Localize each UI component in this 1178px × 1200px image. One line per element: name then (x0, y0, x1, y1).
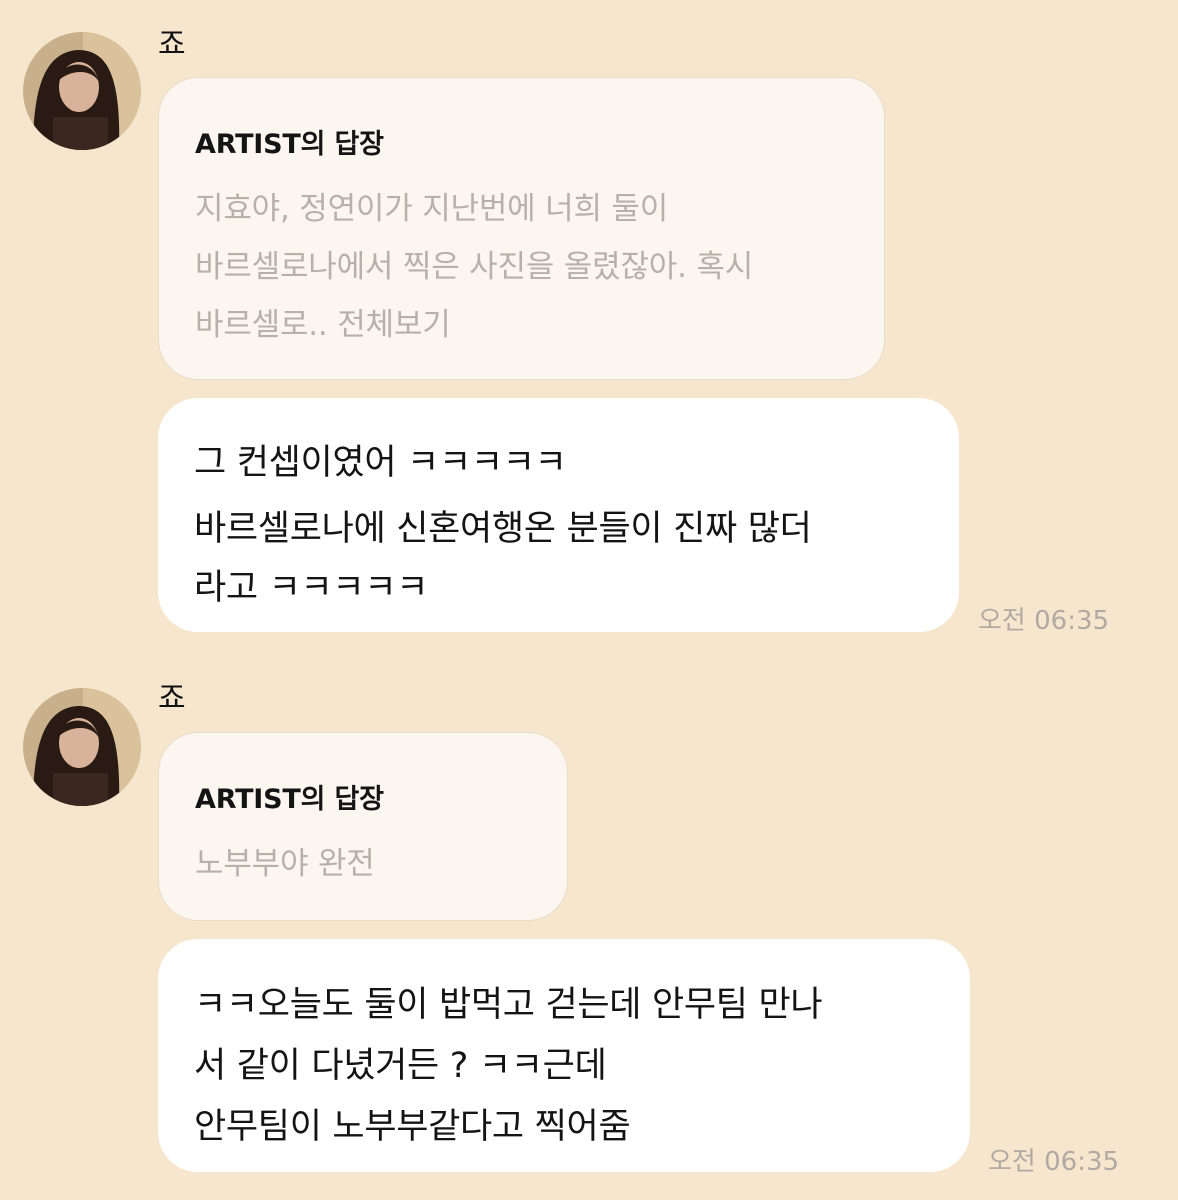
message-timestamp: 오전 06:35 (988, 1147, 1120, 1177)
reply-line: 바르셀로.. 전체보기 (195, 307, 451, 343)
message-line: ㅋㅋ오늘도 둘이 밥먹고 걷는데 안무팀 만나 (194, 985, 823, 1025)
message-line: 그 컨셉이였어 ㅋㅋㅋㅋㅋ (194, 443, 567, 483)
reply-line: 바르셀로나에서 찍은 사진을 올렸잖아. 혹시 (195, 249, 754, 285)
message-timestamp: 오전 06:35 (978, 606, 1110, 636)
message-bubble[interactable]: 그 컨셉이였어 ㅋㅋㅋㅋㅋ 바르셀로나에 신혼여행온 분들이 진짜 많더 라고 … (158, 398, 959, 632)
message-line: 안무팀이 노부부같다고 찍어줌 (194, 1107, 631, 1147)
avatar[interactable] (23, 32, 141, 150)
sender-name: 죠 (158, 27, 186, 62)
reply-title: ARTIST의 답장 (195, 784, 384, 815)
sender-name: 죠 (158, 681, 186, 716)
avatar[interactable] (23, 688, 141, 806)
reply-quote-card[interactable]: ARTIST의 답장 지효야, 정연이가 지난번에 너희 둘이 바르셀로나에서 … (158, 77, 885, 380)
message-line: 바르셀로나에 신혼여행온 분들이 진짜 많더 (194, 509, 812, 549)
message-line: 서 같이 다녔거든 ? ㅋㅋ근데 (194, 1046, 607, 1086)
message-bubble[interactable]: ㅋㅋ오늘도 둘이 밥먹고 걷는데 안무팀 만나 서 같이 다녔거든 ? ㅋㅋ근데… (158, 939, 970, 1172)
reply-line: 지효야, 정연이가 지난번에 너희 둘이 (195, 191, 669, 227)
reply-quote-card[interactable]: ARTIST의 답장 노부부야 완전 (158, 732, 568, 921)
reply-title: ARTIST의 답장 (195, 129, 384, 160)
reply-line: 노부부야 완전 (195, 846, 375, 882)
message-line: 라고 ㅋㅋㅋㅋㅋ (194, 568, 429, 608)
